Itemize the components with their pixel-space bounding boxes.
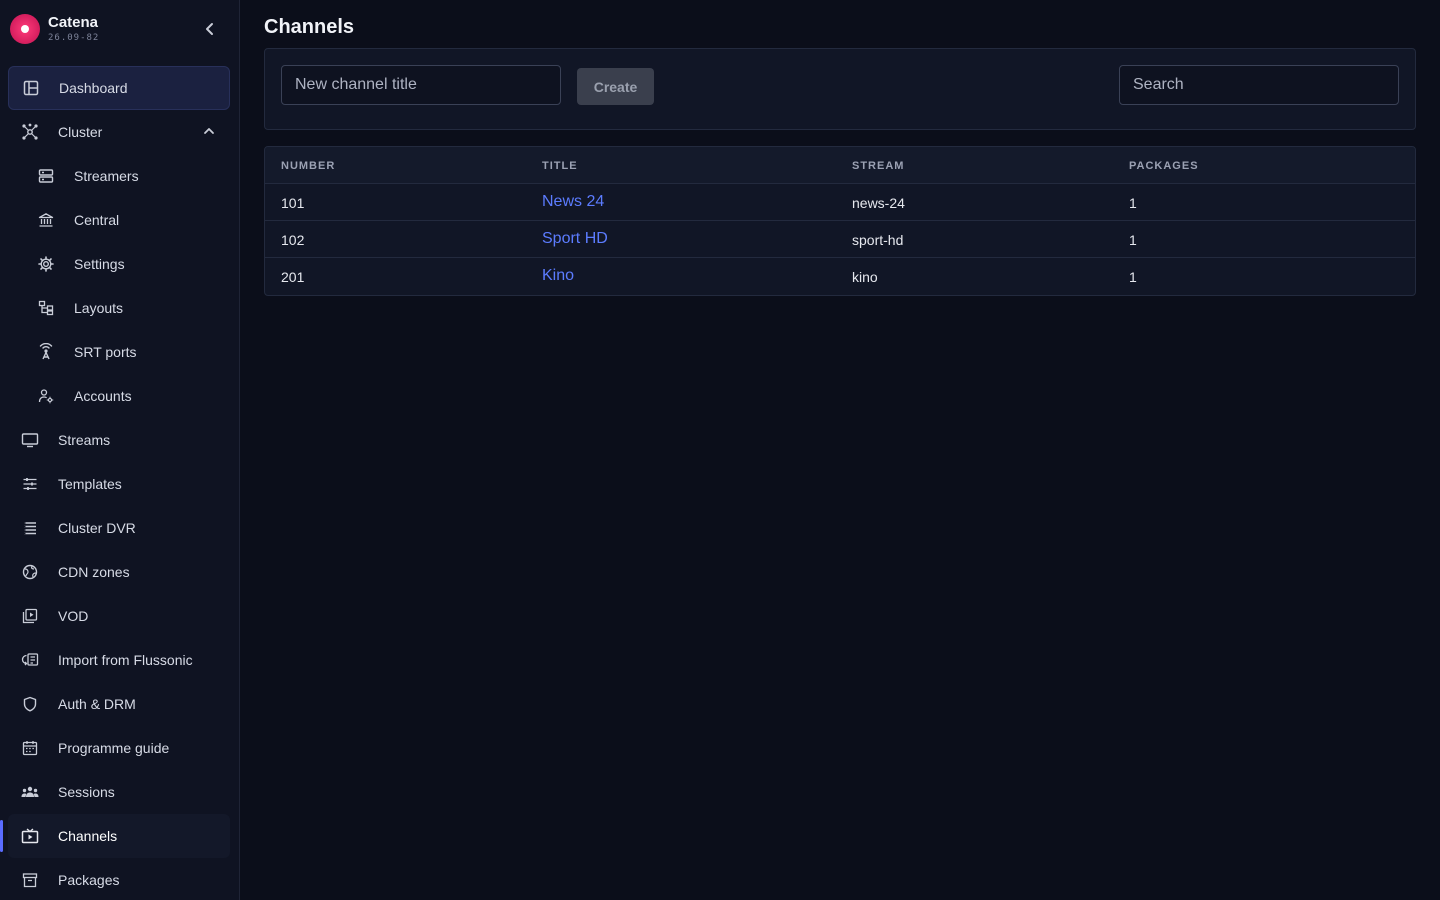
column-header-number[interactable]: NUMBER bbox=[281, 160, 335, 172]
sidebar-item-label: Import from Flussonic bbox=[58, 652, 193, 668]
sidebar-item-dashboard[interactable]: Dashboard bbox=[8, 66, 230, 110]
sidebar-item-vod[interactable]: VOD bbox=[8, 594, 230, 638]
app-version: 26.09-82 bbox=[48, 33, 100, 43]
sidebar-item-packages[interactable]: Packages bbox=[8, 858, 230, 900]
active-indicator bbox=[0, 820, 3, 852]
sidebar-item-label: Packages bbox=[58, 872, 120, 888]
sidebar-item-label: Streamers bbox=[74, 168, 139, 184]
sidebar-item-label: Channels bbox=[58, 828, 118, 844]
chevron-left-icon bbox=[206, 23, 213, 35]
table-header: NUMBER TITLE STREAM PACKAGES bbox=[265, 147, 1415, 184]
chevron-up-icon[interactable] bbox=[202, 124, 216, 138]
channel-packages: 1 bbox=[1129, 232, 1137, 248]
channel-toolbar: New channel title Create Search bbox=[264, 48, 1416, 130]
column-header-packages[interactable]: PACKAGES bbox=[1129, 160, 1199, 172]
channel-number: 102 bbox=[281, 232, 305, 248]
app-name: Catena bbox=[48, 14, 99, 31]
globe-icon bbox=[20, 562, 40, 582]
gear-icon bbox=[36, 254, 56, 274]
server-icon bbox=[36, 166, 56, 186]
channel-packages: 1 bbox=[1129, 269, 1137, 285]
sidebar-item-layouts[interactable]: Layouts bbox=[8, 286, 230, 330]
sliders-icon bbox=[20, 474, 40, 494]
channel-number: 201 bbox=[281, 269, 305, 285]
sidebar-item-label: Templates bbox=[58, 476, 122, 492]
logo-icon bbox=[10, 14, 40, 44]
column-header-stream[interactable]: STREAM bbox=[852, 160, 904, 172]
sidebar-item-label: Streams bbox=[58, 432, 111, 448]
sidebar-item-label: Dashboard bbox=[59, 80, 128, 96]
column-header-title[interactable]: TITLE bbox=[542, 160, 578, 172]
table-row[interactable]: 102 Sport HD sport-hd 1 bbox=[265, 221, 1415, 258]
sidebar-item-label: Accounts bbox=[74, 388, 132, 404]
new-channel-title-input[interactable]: New channel title bbox=[281, 65, 561, 105]
sidebar-item-srt-ports[interactable]: SRT ports bbox=[8, 330, 230, 374]
sidebar-item-label: Auth & DRM bbox=[58, 696, 136, 712]
collapse-sidebar-button[interactable] bbox=[200, 19, 220, 39]
sidebar-item-cluster[interactable]: Cluster bbox=[8, 110, 230, 154]
sidebar-nav: Dashboard Cluster Streamers Central Sett… bbox=[0, 66, 239, 900]
sidebar-item-sessions[interactable]: Sessions bbox=[8, 770, 230, 814]
channels-table: NUMBER TITLE STREAM PACKAGES 101 News 24… bbox=[264, 146, 1416, 296]
search-input[interactable]: Search bbox=[1119, 65, 1399, 105]
page-title: Channels bbox=[264, 16, 355, 38]
channel-title-link[interactable]: News 24 bbox=[542, 193, 604, 211]
table-row[interactable]: 201 Kino kino 1 bbox=[265, 258, 1415, 295]
channel-packages: 1 bbox=[1129, 195, 1137, 211]
sidebar-item-streams[interactable]: Streams bbox=[8, 418, 230, 462]
users-icon bbox=[20, 782, 40, 802]
sidebar: Catena 26.09-82 Dashboard Cluster Stream… bbox=[0, 0, 240, 900]
sidebar-item-accounts[interactable]: Accounts bbox=[8, 374, 230, 418]
list-icon bbox=[20, 518, 40, 538]
sidebar-item-label: Programme guide bbox=[58, 740, 170, 756]
sidebar-item-cdn-zones[interactable]: CDN zones bbox=[8, 550, 230, 594]
dashboard-icon bbox=[21, 78, 41, 98]
sidebar-item-auth-drm[interactable]: Auth & DRM bbox=[8, 682, 230, 726]
channel-stream: sport-hd bbox=[852, 232, 904, 248]
archive-icon bbox=[20, 870, 40, 890]
sidebar-item-label: SRT ports bbox=[74, 344, 137, 360]
sidebar-item-settings[interactable]: Settings bbox=[8, 242, 230, 286]
sidebar-item-streamers[interactable]: Streamers bbox=[8, 154, 230, 198]
bank-icon bbox=[36, 210, 56, 230]
sidebar-item-label: Sessions bbox=[58, 784, 115, 800]
sidebar-item-templates[interactable]: Templates bbox=[8, 462, 230, 506]
antenna-icon bbox=[36, 342, 56, 362]
sidebar-item-central[interactable]: Central bbox=[8, 198, 230, 242]
sidebar-item-label: Cluster bbox=[58, 124, 103, 140]
sidebar-item-label: Cluster DVR bbox=[58, 520, 136, 536]
cluster-icon bbox=[20, 122, 40, 142]
brand[interactable]: Catena 26.09-82 bbox=[10, 12, 230, 46]
video-library-icon bbox=[20, 606, 40, 626]
import-icon bbox=[20, 650, 40, 670]
sidebar-item-programme-guide[interactable]: Programme guide bbox=[8, 726, 230, 770]
create-button[interactable]: Create bbox=[577, 68, 654, 105]
channel-title-link[interactable]: Sport HD bbox=[542, 230, 608, 248]
channel-title-link[interactable]: Kino bbox=[542, 267, 574, 285]
calendar-icon bbox=[20, 738, 40, 758]
table-row[interactable]: 101 News 24 news-24 1 bbox=[265, 184, 1415, 221]
sidebar-item-label: CDN zones bbox=[58, 564, 130, 580]
tv-icon bbox=[20, 826, 40, 846]
sidebar-item-label: Settings bbox=[74, 256, 125, 272]
user-gear-icon bbox=[36, 386, 56, 406]
sidebar-item-cluster-dvr[interactable]: Cluster DVR bbox=[8, 506, 230, 550]
layouts-icon bbox=[36, 298, 56, 318]
main-content: Channels New channel title Create Search… bbox=[240, 0, 1440, 900]
monitor-icon bbox=[20, 430, 40, 450]
sidebar-item-import-from-flussonic[interactable]: Import from Flussonic bbox=[8, 638, 230, 682]
channel-stream: news-24 bbox=[852, 195, 905, 211]
channel-number: 101 bbox=[281, 195, 305, 211]
sidebar-item-channels[interactable]: Channels bbox=[0, 814, 230, 858]
sidebar-item-label: VOD bbox=[58, 608, 89, 624]
shield-icon bbox=[20, 694, 40, 714]
sidebar-item-label: Central bbox=[74, 212, 120, 228]
channel-stream: kino bbox=[852, 269, 878, 285]
sidebar-item-label: Layouts bbox=[74, 300, 124, 316]
